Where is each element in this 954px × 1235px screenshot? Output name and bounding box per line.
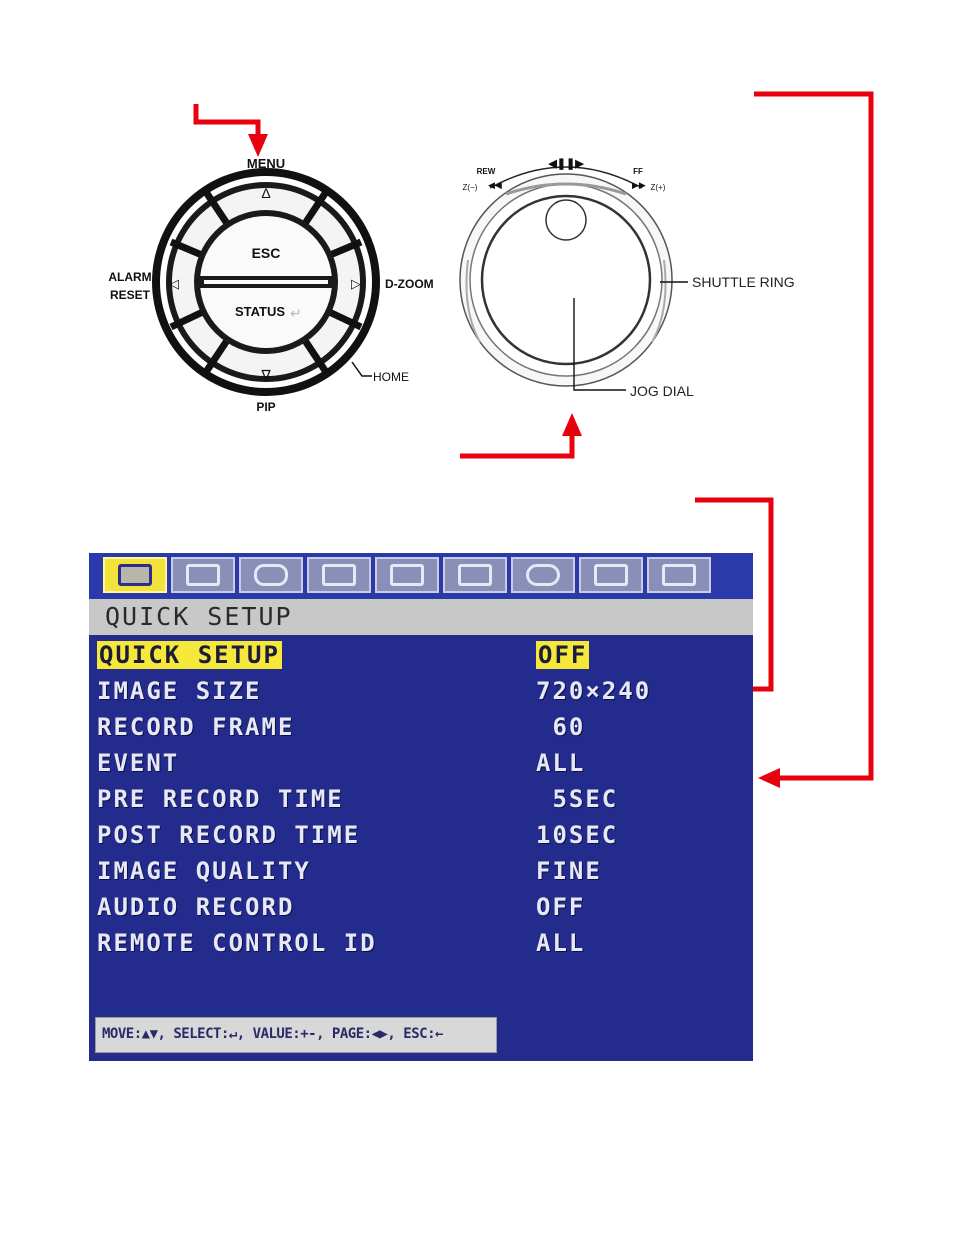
menu-row-quick-setup[interactable]: QUICK SETUP OFF: [89, 639, 753, 675]
up-button[interactable]: Δ: [261, 185, 270, 201]
menu-row-record-frame[interactable]: RECORD FRAME 60: [89, 711, 753, 747]
reset-label: RESET: [110, 288, 151, 302]
menu-row-audio-record[interactable]: AUDIO RECORD OFF: [89, 891, 753, 927]
row-value[interactable]: OFF: [536, 893, 585, 921]
menu-row-post-record-time[interactable]: POST RECORD TIME 10SEC: [89, 819, 753, 855]
row-label: QUICK SETUP: [97, 641, 282, 669]
enter-icon: ↵: [290, 305, 302, 321]
down-button[interactable]: ∇: [260, 367, 271, 383]
arrow-to-jog-dial: [460, 430, 575, 459]
rew-label: REW: [477, 167, 496, 176]
tab-search-icon[interactable]: [511, 557, 575, 593]
row-value[interactable]: ALL: [536, 929, 585, 957]
menu-row-event[interactable]: EVENT ALL: [89, 747, 753, 783]
row-value[interactable]: 10SEC: [536, 821, 618, 849]
row-label: AUDIO RECORD: [97, 893, 295, 921]
tab-display-icon[interactable]: [171, 557, 235, 593]
menu-row-image-size[interactable]: IMAGE SIZE 720×240: [89, 675, 753, 711]
tab-device-icon[interactable]: [375, 557, 439, 593]
zplus-label: Z(+): [651, 183, 666, 192]
tab-record-icon[interactable]: [239, 557, 303, 593]
left-button[interactable]: ◁: [169, 276, 179, 291]
shuttle-ring-label: SHUTTLE RING: [692, 274, 795, 290]
jog-shuttle: ◀❚❚▶ REW Z(−) ◀◀ FF ▶▶ Z(+) SHUTTLE RING…: [459, 158, 795, 399]
row-label: PRE RECORD TIME: [97, 785, 344, 813]
jog-dial-label: JOG DIAL: [630, 383, 694, 399]
osd-tab-bar: [89, 553, 753, 599]
dzoom-label: D-ZOOM: [385, 277, 434, 291]
right-button[interactable]: ▷: [351, 276, 361, 291]
row-value[interactable]: OFF: [536, 641, 590, 669]
ff-icon: ▶▶: [632, 180, 646, 190]
menu-label: MENU: [247, 156, 285, 171]
row-label: IMAGE QUALITY: [97, 857, 311, 885]
row-value[interactable]: 60: [536, 713, 585, 741]
row-value[interactable]: 720×240: [536, 677, 651, 705]
tab-event-icon[interactable]: [307, 557, 371, 593]
help-bar: MOVE:▲▼, SELECT:↵, VALUE:+-, PAGE:◀▶, ES…: [95, 1017, 497, 1053]
alarm-label: ALARM: [108, 270, 151, 284]
tab-exit-icon[interactable]: [647, 557, 711, 593]
status-button[interactable]: STATUS: [235, 304, 285, 319]
row-label: RECORD FRAME: [97, 713, 295, 741]
row-value[interactable]: ALL: [536, 749, 585, 777]
help-text: MOVE:▲▼, SELECT:↵, VALUE:+-, PAGE:◀▶, ES…: [102, 1026, 443, 1042]
esc-button[interactable]: ESC: [252, 245, 281, 261]
menu-row-remote-control-id[interactable]: REMOTE CONTROL ID ALL: [89, 927, 753, 963]
tab-network-icon[interactable]: [579, 557, 643, 593]
row-value[interactable]: 5SEC: [536, 785, 618, 813]
home-leader: [351, 361, 372, 377]
menu-row-pre-record-time[interactable]: PRE RECORD TIME 5SEC: [89, 783, 753, 819]
row-label: REMOTE CONTROL ID: [97, 929, 377, 957]
front-keypad: MENU Δ ESC STATUS ↵ ◁ ▷ ∇ ALARM RESET D-…: [108, 156, 434, 414]
home-label: HOME: [373, 370, 409, 384]
tab-quick-setup-icon[interactable]: [103, 557, 167, 593]
pip-label: PIP: [256, 400, 275, 414]
osd-page-title: QUICK SETUP: [105, 602, 293, 631]
row-label: EVENT: [97, 749, 180, 777]
row-label: IMAGE SIZE: [97, 677, 262, 705]
zminus-label: Z(−): [463, 183, 478, 192]
play-icon: ◀❚❚▶: [547, 158, 584, 170]
row-value[interactable]: FINE: [536, 857, 602, 885]
arrow-to-menu: [193, 104, 261, 148]
ff-label: FF: [633, 167, 643, 176]
menu-row-image-quality[interactable]: IMAGE QUALITY FINE: [89, 855, 753, 891]
tab-system-icon[interactable]: [443, 557, 507, 593]
osd-screen: QUICK SETUP QUICK SETUP OFF IMAGE SIZE 7…: [89, 553, 753, 1061]
osd-title-bar: QUICK SETUP: [89, 599, 753, 635]
row-label: POST RECORD TIME: [97, 821, 361, 849]
rew-icon: ◀◀: [488, 180, 502, 190]
